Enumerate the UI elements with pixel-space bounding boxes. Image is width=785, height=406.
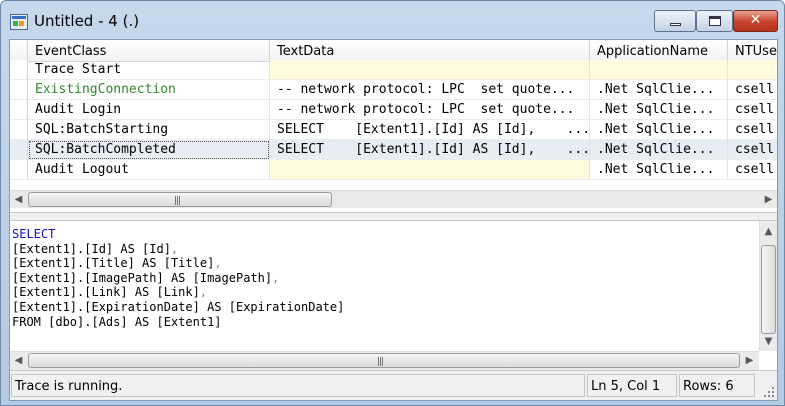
column-header-ntusername[interactable]: NTUse — [728, 40, 777, 62]
resize-grip-icon[interactable] — [762, 385, 776, 399]
text-vertical-scrollbar[interactable]: ▲ ▼ — [759, 221, 777, 351]
maximize-button[interactable] — [696, 10, 733, 32]
text-horizontal-scrollbar[interactable]: ◀ ||| ▶ — [10, 351, 759, 370]
minimize-icon — [670, 23, 681, 26]
text-vertical-scroll-thumb[interactable] — [761, 245, 776, 334]
table-row-event[interactable]: ExistingConnection — [28, 80, 270, 100]
sql-text-pane[interactable]: SELECT [Extent1].[Id] AS [Id], [Extent1]… — [10, 221, 777, 351]
minimize-button[interactable] — [654, 10, 696, 32]
table-row-event[interactable]: Audit Login — [28, 100, 270, 120]
status-cursor-position: Ln 5, Col 1 — [587, 374, 677, 397]
row-selector[interactable] — [10, 140, 28, 160]
title-bar[interactable]: Untitled - 4 (.) ✕ — [1, 1, 784, 39]
client-area: EventClass TextData ApplicationName NTUs… — [9, 39, 778, 401]
scroll-down-icon[interactable]: ▼ — [760, 333, 777, 350]
column-header-textdata[interactable]: TextData — [270, 40, 590, 62]
sql-text: .[Link] AS [Link] — [77, 285, 200, 300]
sql-text: .[ImagePath] AS [ImagePath] — [77, 270, 273, 285]
maximize-icon — [709, 16, 721, 26]
table-row-user[interactable]: csell — [728, 160, 777, 180]
scroll-left-icon[interactable]: ◀ — [10, 352, 27, 369]
sql-comma: , — [170, 241, 179, 256]
row-selector[interactable] — [10, 120, 28, 140]
sql-comma: , — [199, 285, 208, 300]
sql-keyword-select: SELECT — [12, 227, 56, 241]
row-selector[interactable] — [10, 100, 28, 120]
window-title: Untitled - 4 (.) — [34, 12, 140, 30]
table-row-app[interactable]: .Net SqlClie... — [590, 100, 728, 120]
sql-text: .[Id] AS [Id] — [77, 241, 171, 256]
sql-text: .[ExpirationDate] AS [ExpirationDate] — [77, 299, 345, 314]
status-row-count: Rows: 6 — [679, 374, 755, 397]
scroll-up-icon[interactable]: ▲ — [760, 223, 777, 240]
sql-comma: , — [272, 270, 280, 285]
sql-text: [Extent1] — [12, 285, 78, 300]
table-row-event[interactable]: Audit Logout — [28, 160, 270, 180]
sql-text: [Extent1] — [12, 256, 78, 271]
close-icon: ✕ — [749, 12, 762, 28]
pane-splitter[interactable] — [10, 212, 777, 221]
grid-scroll-thumb[interactable]: ||| — [28, 192, 332, 207]
table-row-text[interactable]: SELECT [Extent1].[Id] AS [Id], ... — [270, 120, 590, 140]
table-row-app[interactable]: .Net SqlClie... — [590, 140, 728, 160]
table-row-event[interactable]: Trace Start — [28, 60, 270, 80]
close-button[interactable]: ✕ — [733, 10, 778, 32]
table-row-user[interactable]: csell — [728, 80, 777, 100]
sql-text: [Extent1] — [12, 241, 78, 256]
status-message: Trace is running. — [11, 374, 585, 397]
row-selector[interactable] — [10, 160, 28, 180]
table-row-event[interactable]: SQL:BatchStarting — [28, 120, 270, 140]
scroll-left-icon[interactable]: ◀ — [10, 191, 27, 208]
sql-text: .[Title] AS [Title] — [77, 256, 215, 271]
row-selector[interactable] — [10, 80, 28, 100]
table-row-event-selected[interactable]: SQL:BatchCompleted — [28, 140, 270, 160]
table-row-app[interactable]: .Net SqlClie... — [590, 80, 728, 100]
table-row-text[interactable] — [270, 160, 590, 180]
scroll-right-icon[interactable]: ▶ — [741, 352, 758, 369]
profiler-app-icon — [10, 14, 28, 30]
trace-window: Untitled - 4 (.) ✕ EventClass TextData A… — [0, 0, 785, 406]
table-row-text[interactable]: -- network protocol: LPC set quote... — [270, 100, 590, 120]
sql-text: [Extent1] — [12, 299, 78, 314]
table-row-text[interactable]: -- network protocol: LPC set quote... — [270, 80, 590, 100]
table-row-text[interactable] — [270, 60, 590, 80]
sql-comma: , — [214, 256, 222, 271]
grip-icon: ||| — [377, 357, 384, 367]
scroll-right-icon[interactable]: ▶ — [760, 191, 777, 208]
grid-horizontal-scrollbar[interactable]: ◀ ||| ▶ — [10, 190, 777, 208]
status-bar: Trace is running. Ln 5, Col 1 Rows: 6 — [10, 370, 777, 400]
text-scroll-thumb[interactable]: ||| — [28, 353, 740, 368]
column-header-eventclass[interactable]: EventClass — [28, 40, 270, 62]
row-selector-header — [10, 40, 28, 62]
table-row-user[interactable]: csell — [728, 100, 777, 120]
sql-statement: SELECT [Extent1].[Id] AS [Id], [Extent1]… — [12, 227, 344, 329]
table-row-app[interactable] — [590, 60, 728, 80]
trace-grid: EventClass TextData ApplicationName NTUs… — [10, 40, 777, 212]
grip-icon: ||| — [174, 196, 181, 206]
sql-text: FROM [dbo].[Ads] AS [Extent1] — [12, 314, 222, 329]
column-header-applicationname[interactable]: ApplicationName — [590, 40, 728, 62]
sql-text: [Extent1] — [12, 270, 78, 285]
row-selector[interactable] — [10, 60, 28, 80]
table-row-text[interactable]: SELECT [Extent1].[Id] AS [Id], ... — [270, 140, 590, 160]
table-row-user[interactable] — [728, 60, 777, 80]
table-row-app[interactable]: .Net SqlClie... — [590, 120, 728, 140]
table-row-user[interactable]: csell — [728, 140, 777, 160]
table-row-app[interactable]: .Net SqlClie... — [590, 160, 728, 180]
table-row-user[interactable]: csell — [728, 120, 777, 140]
